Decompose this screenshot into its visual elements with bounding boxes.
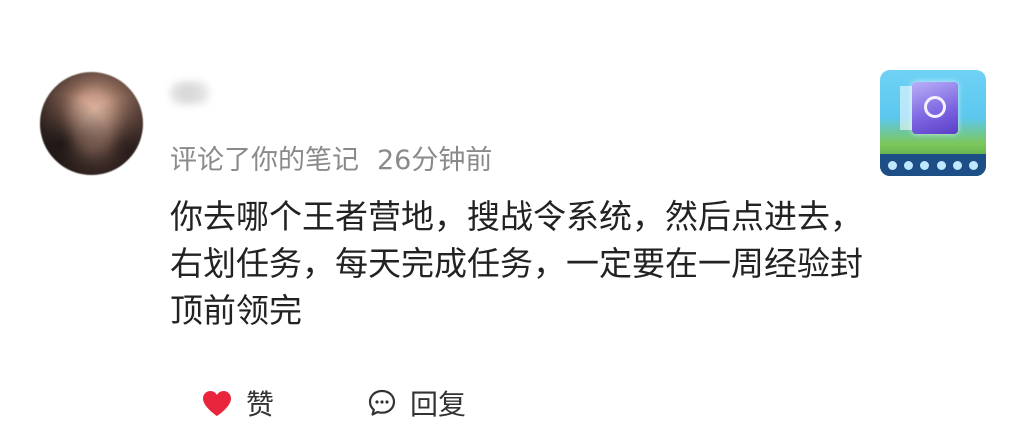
reply-button[interactable]: 回复 (368, 383, 466, 423)
thumbnail-slot-icon (920, 160, 930, 170)
avatar[interactable] (40, 72, 143, 175)
action-text: 评论了你的笔记 (170, 145, 359, 176)
thumbnail-panel (900, 86, 912, 130)
thumbnail-slot-icon (936, 160, 946, 170)
thumbnail-slot-icon (887, 160, 897, 170)
avatar-hair-blurred (40, 72, 143, 175)
like-label: 赞 (246, 388, 275, 421)
comment-bubble-icon (368, 389, 396, 416)
notification-meta: 评论了你的笔记 26分钟前 (170, 138, 492, 177)
thumbnail-slot-icon (969, 160, 979, 170)
timestamp: 26分钟前 (377, 145, 493, 176)
like-button[interactable]: 赞 (202, 383, 274, 423)
heart-icon (203, 390, 231, 416)
comment-text: 你去哪个王者营地，搜战令系统，然后点进去，右划任务，每天完成任务，一定要在一周经… (170, 197, 863, 330)
note-thumbnail[interactable] (880, 70, 986, 176)
username-blurred[interactable] (170, 82, 210, 104)
comment-notification[interactable]: 评论了你的笔记 26分钟前 你去哪个王者营地，搜战令系统，然后点进去，右划任务，每… (0, 0, 1025, 447)
reply-label: 回复 (410, 388, 467, 421)
thumbnail-ring-icon (924, 96, 946, 118)
thumbnail-slot-icon (952, 160, 962, 170)
thumbnail-slot-icon (903, 160, 913, 170)
thumbnail-bottom-bar (880, 154, 986, 176)
